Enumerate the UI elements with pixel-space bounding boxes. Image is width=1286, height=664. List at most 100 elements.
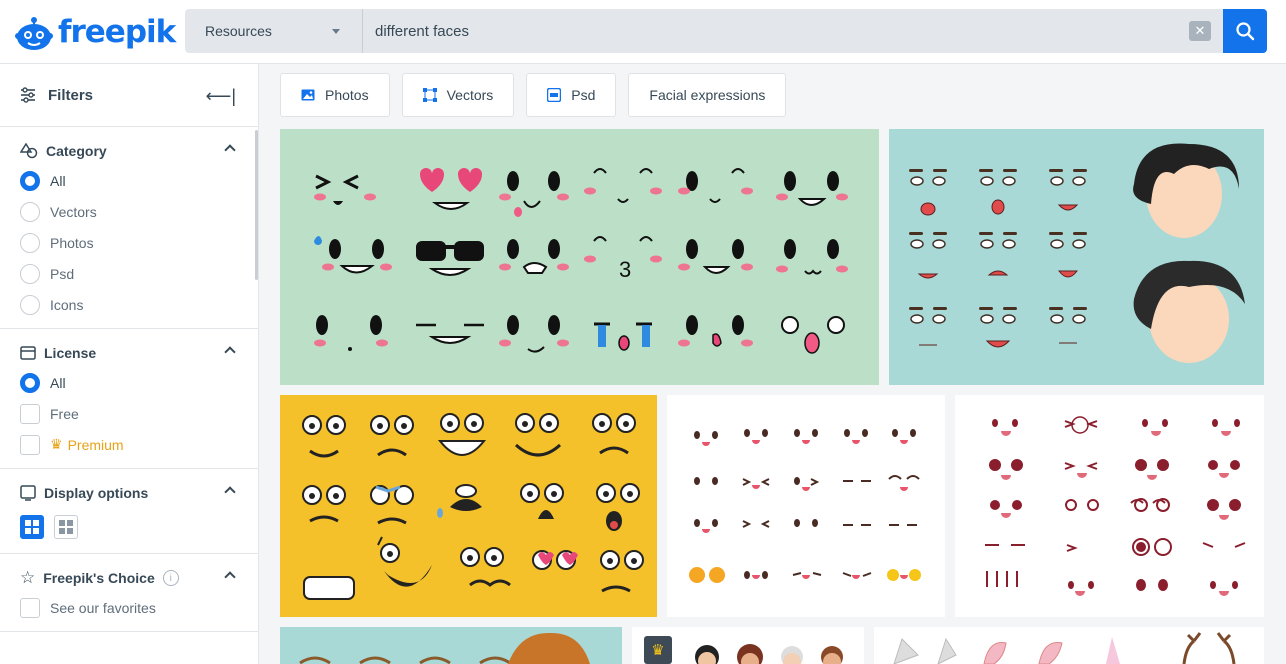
license-title: License — [44, 345, 97, 361]
license-option-premium[interactable]: ♛ Premium — [20, 429, 238, 460]
grid-small-icon — [59, 520, 73, 534]
license-option-all[interactable]: All — [20, 367, 238, 398]
sidebar-scrollbar[interactable] — [255, 130, 258, 280]
small-grid-button[interactable] — [54, 515, 78, 539]
clear-search-button[interactable]: ✕ — [1189, 21, 1211, 41]
option-label: Photos — [50, 234, 94, 251]
search-bar: Resources ✕ — [185, 9, 1267, 53]
star-icon: ☆ — [20, 568, 36, 587]
top-header: freepik Resources ✕ — [0, 0, 1286, 64]
search-input[interactable] — [363, 9, 1223, 53]
option-label: All — [50, 374, 66, 391]
freepiks-choice-title: Freepik's Choice — [43, 570, 155, 586]
freepiks-choice-toggle[interactable]: ☆ Freepik's Choice i — [20, 564, 238, 592]
result-tile-anime-mini-faces[interactable] — [667, 395, 945, 617]
chip-label: Photos — [325, 87, 369, 103]
animal-ears-image — [893, 632, 1236, 664]
chip-label: Facial expressions — [649, 87, 766, 103]
resource-type-select[interactable]: Resources — [185, 9, 363, 53]
freepiks-choice-section: ☆ Freepik's Choice i See our favorites — [0, 554, 258, 632]
result-tile-cartoon-faces[interactable] — [280, 395, 657, 617]
vector-icon — [422, 88, 437, 102]
option-label: Premium — [67, 436, 124, 453]
chevron-down-icon — [332, 29, 340, 34]
anime-mini-faces-image — [689, 429, 921, 583]
display-options-title: Display options — [44, 485, 149, 501]
chevron-up-icon — [224, 571, 236, 583]
category-section: Category All Vectors Photos Psd Icons — [0, 127, 258, 329]
boy-faces-image — [299, 632, 590, 664]
search-icon — [1236, 22, 1255, 41]
category-option-psd[interactable]: Psd — [20, 258, 238, 289]
photo-icon — [301, 89, 315, 101]
psd-icon — [547, 88, 562, 102]
option-label: All — [50, 172, 66, 189]
category-title: Category — [46, 143, 107, 159]
radio[interactable] — [20, 232, 40, 253]
category-option-icons[interactable]: Icons — [20, 289, 238, 320]
category-option-photos[interactable]: Photos — [20, 227, 238, 258]
license-option-free[interactable]: Free — [20, 398, 238, 429]
license-icon — [20, 346, 36, 360]
filters-header: Filters ⟵| — [0, 64, 258, 127]
info-icon[interactable]: i — [162, 570, 179, 586]
brand-name: freepik — [58, 14, 176, 50]
radio[interactable] — [20, 201, 40, 222]
filters-sidebar: Filters ⟵| Category All Vectors Photos P… — [0, 64, 259, 664]
result-tile-kawaii-faces[interactable]: 3 — [280, 129, 879, 385]
avatars-image — [695, 644, 843, 664]
freepik-mascot-icon — [15, 17, 53, 50]
result-tile-animal-ears[interactable] — [874, 627, 1264, 664]
category-toggle[interactable]: Category — [20, 137, 238, 165]
option-label: See our favorites — [50, 599, 156, 616]
checkbox[interactable] — [20, 434, 40, 455]
chip-photos[interactable]: Photos — [280, 73, 390, 117]
option-label: Psd — [50, 265, 75, 282]
radio-selected[interactable] — [20, 372, 40, 393]
license-toggle[interactable]: License — [20, 339, 238, 367]
chevron-up-icon — [224, 144, 236, 156]
radio[interactable] — [20, 263, 40, 284]
chevron-up-icon — [224, 346, 236, 358]
svg-text:3: 3 — [619, 257, 631, 282]
grid-large-icon — [25, 520, 39, 534]
category-option-vectors[interactable]: Vectors — [20, 196, 238, 227]
face-parts-image — [909, 143, 1245, 363]
chibi-expressions-image — [985, 416, 1246, 596]
sliders-icon — [21, 87, 35, 103]
result-tile-face-parts[interactable] — [889, 129, 1264, 385]
cartoon-faces-image — [302, 413, 644, 600]
results-area: Photos Vectors Psd Facial expressions 3 … — [260, 64, 1286, 664]
radio-selected[interactable] — [20, 170, 40, 191]
display-options-row — [20, 507, 238, 545]
chip-label: Vectors — [446, 87, 494, 103]
display-options-section: Display options — [0, 469, 258, 554]
option-label: Icons — [50, 296, 84, 313]
radio[interactable] — [20, 294, 40, 315]
close-icon: ✕ — [1194, 23, 1206, 38]
chip-facial-expressions[interactable]: Facial expressions — [628, 73, 787, 117]
result-tile-chibi-expressions[interactable] — [955, 395, 1264, 617]
search-button[interactable] — [1223, 9, 1267, 53]
chip-vectors[interactable]: Vectors — [401, 73, 515, 117]
collapse-sidebar-icon[interactable]: ⟵| — [206, 86, 236, 107]
chevron-up-icon — [224, 486, 236, 498]
result-tile-boy-faces[interactable] — [280, 627, 622, 664]
option-label: Vectors — [50, 203, 97, 220]
display-options-toggle[interactable]: Display options — [20, 479, 238, 507]
crown-icon: ♛ — [50, 436, 63, 452]
chip-psd[interactable]: Psd — [526, 73, 617, 117]
shapes-icon — [20, 143, 38, 159]
result-tile-avatars[interactable]: ♛ — [632, 627, 864, 664]
option-label: Free — [50, 405, 79, 422]
freepik-logo[interactable]: freepik — [14, 10, 176, 54]
filters-title: Filters — [48, 86, 94, 104]
related-chips: Photos Vectors Psd Facial expressions — [280, 73, 787, 117]
category-option-all[interactable]: All — [20, 165, 238, 196]
choice-option-favorites[interactable]: See our favorites — [20, 592, 238, 623]
resource-type-label: Resources — [205, 23, 272, 39]
checkbox[interactable] — [20, 597, 40, 618]
kawaii-faces-image: 3 — [314, 168, 848, 354]
checkbox[interactable] — [20, 403, 40, 424]
large-grid-button[interactable] — [20, 515, 44, 539]
